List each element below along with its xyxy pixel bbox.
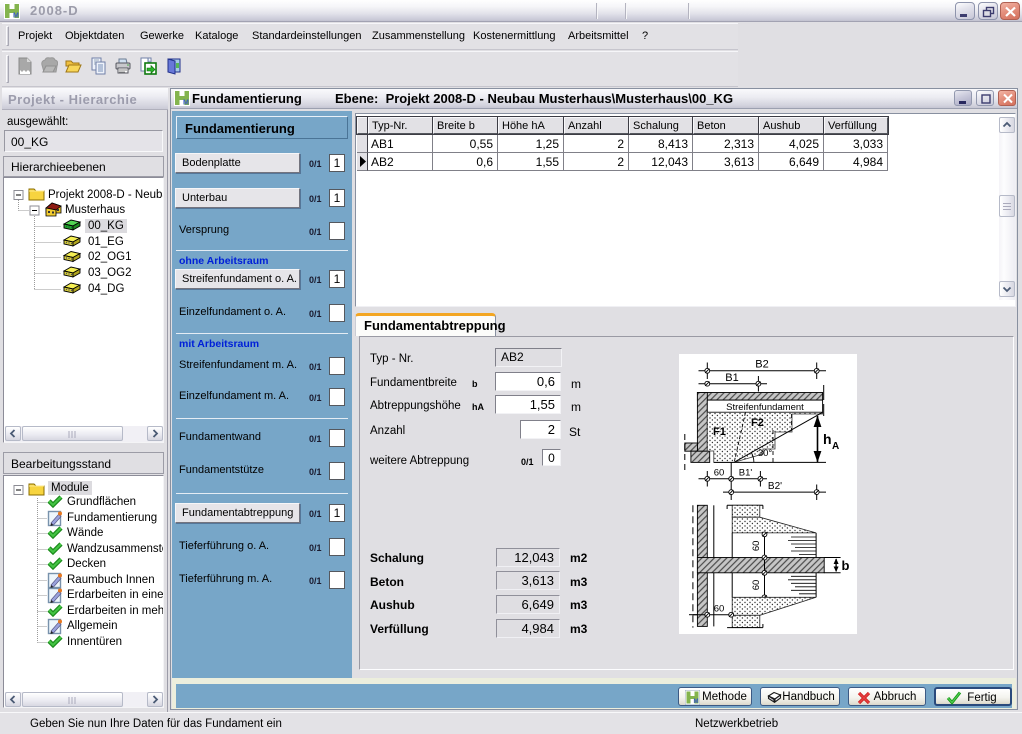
svg-text:B1: B1 xyxy=(725,372,738,384)
svg-text:60: 60 xyxy=(714,468,725,479)
svg-text:b: b xyxy=(842,558,850,573)
svg-text:F2: F2 xyxy=(751,417,764,429)
svg-text:B2': B2' xyxy=(768,481,782,492)
svg-text:60: 60 xyxy=(751,541,762,552)
svg-text:60: 60 xyxy=(714,603,725,614)
svg-text:B2: B2 xyxy=(755,359,768,371)
svg-text:30°: 30° xyxy=(758,448,773,459)
svg-text:B1': B1' xyxy=(739,468,753,479)
svg-text:h: h xyxy=(823,431,832,447)
svg-text:M: M xyxy=(183,100,189,107)
svg-text:M: M xyxy=(13,13,19,20)
svg-text:Streifenfundament: Streifenfundament xyxy=(726,402,804,413)
svg-text:M: M xyxy=(694,699,699,705)
svg-text:60: 60 xyxy=(751,580,762,591)
svg-text:A: A xyxy=(832,441,839,452)
svg-text:F1: F1 xyxy=(713,426,726,438)
